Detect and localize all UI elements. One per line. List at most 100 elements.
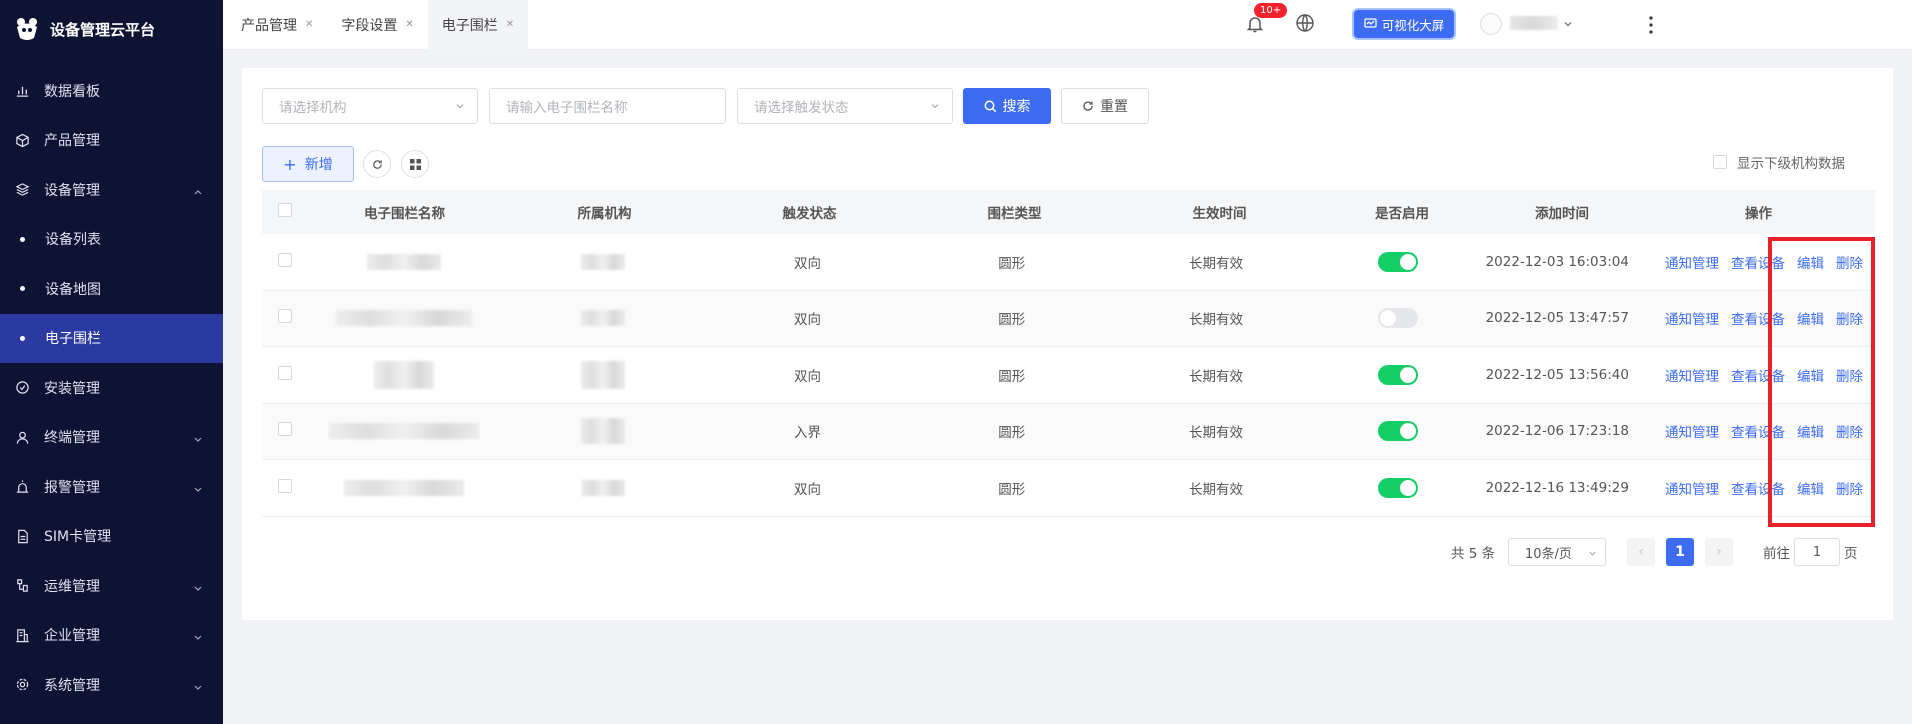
select-all-checkbox[interactable]	[278, 203, 292, 217]
notify-manage-link[interactable]: 通知管理	[1665, 308, 1719, 328]
fence-name-input[interactable]: 请输入电子围栏名称	[489, 88, 726, 124]
row-checkbox[interactable]	[278, 422, 292, 437]
effective-cell: 长期有效	[1189, 312, 1244, 329]
show-sub-org-checkbox[interactable]: 显示下级机构数据	[1713, 152, 1845, 172]
notify-manage-link[interactable]: 通知管理	[1665, 478, 1719, 498]
column-header: 触发状态	[782, 206, 837, 222]
added-time-cell: 2022-12-03 16:03:04	[1485, 253, 1629, 270]
table-row: 双向 圆形 长期有效 2022-12-16 13:49:29 通知管理 查看设备…	[262, 460, 1875, 517]
notify-manage-link[interactable]: 通知管理	[1665, 252, 1719, 272]
goto-page-input[interactable]: 1	[1794, 538, 1840, 566]
search-button[interactable]: 搜索	[963, 88, 1051, 124]
org-name-blurred	[581, 310, 626, 327]
prev-page-button[interactable]: ‹	[1627, 538, 1655, 566]
trigger-cell: 双向	[794, 255, 822, 272]
row-checkbox[interactable]	[278, 478, 292, 493]
page-size-label: 10条/页	[1525, 546, 1572, 562]
fence-name-blurred	[367, 253, 442, 270]
cube-icon	[14, 132, 30, 148]
chevron-down-icon	[193, 581, 203, 591]
tab-geofence[interactable]: 电子围栏 ✕	[427, 0, 529, 50]
fence-name-blurred	[329, 423, 480, 440]
row-checkbox[interactable]	[278, 365, 292, 380]
sidebar-item-dashboard[interactable]: 数据看板	[0, 66, 223, 116]
chevron-down-icon	[193, 680, 203, 690]
app-logo[interactable]: 设备管理云平台	[0, 0, 223, 58]
sidebar-item-geofence[interactable]: 电子围栏	[0, 313, 223, 363]
effective-cell: 长期有效	[1189, 255, 1244, 272]
trigger-select[interactable]: 请选择触发状态	[737, 88, 953, 124]
refresh-icon	[372, 159, 382, 169]
sidebar-item-products[interactable]: 产品管理	[0, 116, 223, 166]
org-select[interactable]: 请选择机构	[262, 88, 478, 124]
sidebar-item-device-map[interactable]: 设备地图	[0, 264, 223, 314]
row-checkbox[interactable]	[278, 252, 292, 267]
sidebar-item-sim[interactable]: SIM卡管理	[0, 512, 223, 562]
notify-manage-link[interactable]: 通知管理	[1665, 365, 1719, 385]
sidebar-item-label: 企业管理	[44, 628, 100, 645]
enable-switch[interactable]	[1377, 421, 1418, 442]
notify-manage-link[interactable]: 通知管理	[1665, 421, 1719, 441]
page-number-button[interactable]: 1	[1666, 538, 1694, 566]
top-header: 产品管理 ✕ 字段设置 ✕ 电子围栏 ✕	[223, 0, 1912, 50]
row-checkbox[interactable]	[278, 309, 292, 324]
sidebar-item-maintenance[interactable]: 运维管理	[0, 561, 223, 611]
tool-icon	[14, 578, 30, 594]
effective-cell: 长期有效	[1189, 481, 1244, 498]
effective-cell: 长期有效	[1189, 368, 1244, 385]
chevron-down-icon	[193, 432, 203, 443]
monitor-icon	[1364, 18, 1377, 28]
enable-switch[interactable]	[1377, 477, 1418, 498]
username-blurred[interactable]	[1510, 16, 1558, 30]
page-tabs: 产品管理 ✕ 字段设置 ✕ 电子围栏 ✕	[227, 0, 529, 50]
bullet-icon	[20, 286, 25, 292]
sim-card-icon	[14, 528, 30, 544]
globe-icon[interactable]	[1295, 13, 1315, 33]
close-icon[interactable]: ✕	[405, 19, 413, 30]
fence-name-blurred	[336, 310, 473, 327]
refresh-icon	[1083, 101, 1093, 111]
close-icon[interactable]: ✕	[305, 19, 313, 30]
avatar[interactable]	[1480, 13, 1502, 35]
effective-cell: 长期有效	[1189, 425, 1244, 442]
refresh-table-button[interactable]	[363, 150, 391, 178]
next-page-button[interactable]: ›	[1705, 538, 1733, 566]
sidebar-item-label: 电子围栏	[45, 331, 101, 348]
added-time-cell: 2022-12-06 17:23:18	[1485, 423, 1629, 440]
sidebar-item-enterprise[interactable]: 企业管理	[0, 611, 223, 661]
chevron-down-icon	[193, 630, 203, 641]
column-header: 电子围栏名称	[364, 206, 445, 222]
sidebar-item-installation[interactable]: 安装管理	[0, 363, 223, 413]
bullet-icon	[20, 335, 25, 341]
add-button[interactable]: + 新增	[262, 146, 354, 182]
sidebar-item-label: 设备管理	[44, 182, 100, 199]
sidebar-item-label: 数据看板	[44, 83, 100, 100]
bigscreen-button[interactable]: 可视化大屏	[1354, 10, 1454, 38]
added-time-cell: 2022-12-16 13:49:29	[1485, 479, 1629, 496]
notification-badge: 10+	[1254, 3, 1288, 18]
tab-product-management[interactable]: 产品管理 ✕	[227, 0, 327, 50]
sidebar-item-device-list[interactable]: 设备列表	[0, 215, 223, 265]
more-vertical-icon[interactable]	[1647, 14, 1655, 36]
tab-field-settings[interactable]: 字段设置 ✕	[327, 0, 427, 50]
close-icon[interactable]: ✕	[506, 19, 514, 30]
columns-toggle-button[interactable]	[401, 150, 429, 178]
enable-switch[interactable]	[1377, 308, 1418, 329]
chevron-down-icon[interactable]	[1563, 19, 1573, 29]
sidebar-item-system[interactable]: 系统管理	[0, 660, 223, 710]
page-size-select[interactable]: 10条/页	[1508, 538, 1606, 566]
sidebar-item-terminals[interactable]: 终端管理	[0, 413, 223, 463]
sidebar-item-devices[interactable]: 设备管理	[0, 165, 223, 215]
sidebar-item-label: 设备列表	[45, 232, 101, 249]
enable-switch[interactable]	[1377, 364, 1418, 385]
trigger-select-placeholder: 请选择触发状态	[754, 100, 849, 116]
sidebar-item-label: 运维管理	[44, 578, 100, 595]
column-header: 生效时间	[1192, 206, 1247, 222]
sidebar-item-label: 终端管理	[44, 430, 100, 447]
building-icon	[14, 627, 30, 643]
sidebar-item-alarms[interactable]: 报警管理	[0, 462, 223, 512]
enable-switch[interactable]	[1377, 251, 1418, 272]
sidebar-item-label: 设备地图	[45, 281, 101, 298]
checkbox[interactable]	[1713, 155, 1727, 169]
reset-button[interactable]: 重置	[1061, 88, 1149, 124]
